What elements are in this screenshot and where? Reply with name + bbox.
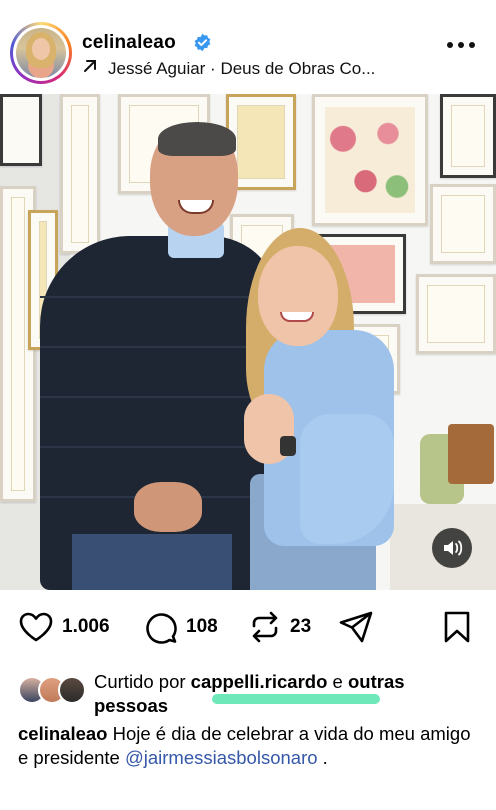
- comment-button[interactable]: 108: [144, 610, 218, 644]
- floral-certificate: [312, 94, 428, 226]
- avatar: [58, 676, 86, 704]
- post-header: celinaleao Jessé Aguiar · Deus de Obras …: [0, 0, 496, 92]
- avatar: [16, 28, 66, 78]
- liked-by-user[interactable]: cappelli.ricardo: [191, 671, 328, 692]
- wall-frame: [60, 94, 100, 254]
- post-caption: celinaleao Hoje é dia de celebrar a vida…: [18, 723, 471, 768]
- wall-certificate: [430, 184, 496, 264]
- repost-icon: [252, 611, 278, 643]
- liked-by-text: Curtido por cappelli.ricardo e outras pes…: [94, 671, 405, 716]
- like-count: 1.006: [62, 616, 110, 637]
- share-button[interactable]: [338, 610, 374, 644]
- wall-certificate: [416, 274, 496, 354]
- action-bar: 1.006 108 23: [0, 600, 496, 652]
- more-options-icon[interactable]: [446, 40, 476, 50]
- heart-icon: [19, 612, 53, 642]
- post-image[interactable]: [0, 94, 496, 590]
- speaker-icon: [444, 540, 463, 556]
- story-ring[interactable]: [10, 22, 72, 84]
- audio-toggle-button[interactable]: [432, 528, 472, 568]
- save-button[interactable]: [442, 610, 472, 644]
- repost-button[interactable]: 23: [248, 610, 311, 644]
- wall-frame: [0, 94, 42, 166]
- wall-frame: [440, 94, 496, 178]
- liked-by-row[interactable]: Curtido por cappelli.ricardo e outras pes…: [0, 664, 496, 724]
- comment-count: 108: [186, 616, 218, 637]
- like-button[interactable]: 1.006: [18, 610, 110, 644]
- verified-badge-icon: [194, 33, 211, 52]
- send-icon: [339, 611, 373, 643]
- bookmark-icon: [444, 611, 470, 643]
- decor-object: [448, 424, 494, 484]
- liked-by-avatars: [18, 676, 90, 706]
- audio-attribution[interactable]: Jessé Aguiar · Deus de Obras Co...: [82, 58, 375, 79]
- caption-username[interactable]: celinaleao: [18, 723, 107, 744]
- smartwatch: [280, 436, 296, 456]
- author-username[interactable]: celinaleao: [82, 32, 176, 54]
- comment-icon: [146, 613, 177, 644]
- repost-count: 23: [290, 616, 312, 637]
- audio-title: Jessé Aguiar · Deus de Obras Co...: [108, 59, 376, 78]
- arrow-up-right-icon: [82, 58, 100, 79]
- caption-mention[interactable]: @jairmessiasbolsonaro: [125, 747, 318, 768]
